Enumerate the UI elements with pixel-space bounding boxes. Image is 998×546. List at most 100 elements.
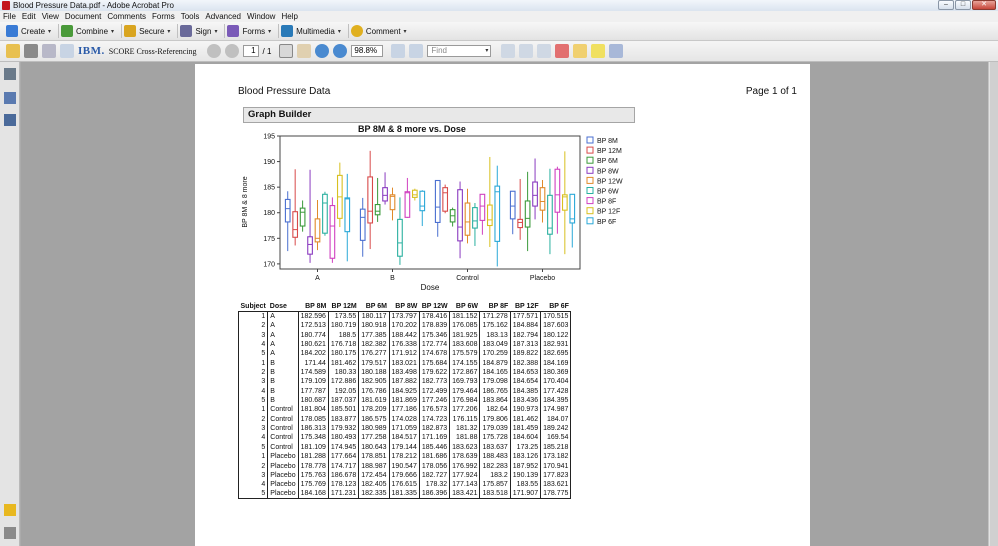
column-header: BP 6M (365, 303, 388, 310)
select-text-cursor-icon[interactable] (279, 44, 294, 58)
highlight-icon[interactable] (573, 44, 588, 58)
task-label: Combine (76, 26, 109, 36)
table-cell: 2 (237, 461, 269, 471)
table-cell: 184.165 (479, 367, 511, 378)
table-cell: Placebo (267, 480, 299, 490)
menu-forms[interactable]: Forms (149, 11, 178, 22)
box (442, 187, 449, 212)
x-axis: A B Control Placebo (315, 269, 555, 282)
table-cell: 190.547 (388, 461, 420, 471)
multimedia-task-button[interactable]: Multimedia ▾ (281, 23, 346, 39)
annotation-tool-3-icon[interactable] (537, 44, 552, 58)
minimize-button[interactable]: – (938, 0, 954, 10)
menu-window[interactable]: Window (244, 11, 278, 22)
table-cell: 172.513 (297, 321, 329, 331)
maximize-button[interactable]: □ (955, 0, 971, 10)
menu-comments[interactable]: Comments (104, 11, 149, 22)
bookmarks-panel-icon[interactable] (4, 92, 16, 104)
annotation-tool-2-icon[interactable] (519, 44, 534, 58)
box (411, 189, 418, 198)
table-cell: 182.64 (479, 405, 511, 415)
table-cell: 182.405 (358, 480, 390, 490)
table-cell: 180.369 (540, 367, 572, 378)
save-icon[interactable] (42, 44, 56, 58)
stamp-icon[interactable] (609, 44, 624, 58)
create-task-button[interactable]: Create ▾ (6, 23, 56, 39)
x-tick-label: B (390, 275, 395, 282)
plot-boxes (284, 150, 576, 267)
table-cell: 182.388 (509, 358, 542, 368)
table-cell: 184.604 (509, 433, 542, 443)
comments-panel-icon[interactable] (4, 504, 16, 516)
zoom-out-icon[interactable] (315, 44, 330, 58)
annotation-tool-1-icon[interactable] (501, 44, 516, 58)
navigation-pane (0, 62, 20, 546)
sticky-note-icon[interactable] (591, 44, 606, 58)
page-number-input[interactable]: 1 (242, 45, 259, 57)
table-cell: 189.822 (509, 349, 542, 359)
table-cell: 174.678 (418, 349, 451, 359)
box (434, 179, 441, 224)
box (344, 197, 351, 233)
table-cell: 171.912 (388, 349, 420, 359)
secure-task-button[interactable]: Secure ▾ (124, 23, 175, 39)
table-cell: 183.518 (479, 489, 511, 500)
open-folder-icon[interactable] (6, 44, 20, 58)
email-icon[interactable] (60, 44, 74, 58)
comment-task-button[interactable]: Comment ▾ (350, 23, 412, 39)
scrollbar-thumb[interactable] (990, 62, 998, 546)
fit-page-icon[interactable] (391, 44, 406, 58)
fit-width-icon[interactable] (409, 44, 424, 58)
hand-tool-icon[interactable] (297, 44, 312, 58)
task-label: Multimedia (296, 26, 335, 36)
table-cell: Control (267, 414, 299, 424)
zoom-in-icon[interactable] (333, 44, 348, 58)
table-cell: 180.687 (297, 395, 329, 406)
legend-entry: BP 12W (597, 178, 623, 185)
menu-file[interactable]: File (0, 11, 19, 22)
table-cell: 174.028 (388, 414, 420, 424)
table-cell: 175.346 (418, 330, 451, 340)
menu-advanced[interactable]: Advanced (202, 11, 244, 22)
table-cell: 180.719 (327, 321, 360, 331)
sign-task-button[interactable]: Sign ▾ (180, 23, 222, 39)
legend-entry: BP 12F (597, 209, 620, 216)
menu-help[interactable]: Help (278, 11, 300, 22)
ibm-logo[interactable]: IBM. (78, 45, 105, 57)
table-cell: 182.931 (540, 339, 572, 350)
close-window-button[interactable]: ✕ (972, 0, 996, 10)
box (524, 200, 531, 228)
menu-edit[interactable]: Edit (19, 11, 39, 22)
signatures-panel-icon[interactable] (4, 114, 16, 126)
menu-tools[interactable]: Tools (178, 11, 203, 22)
previous-page-icon[interactable] (206, 44, 221, 58)
table-cell: 178.639 (449, 452, 481, 462)
score-cross-referencing-label[interactable]: SCORE Cross-Referencing (109, 47, 197, 56)
table-cell: 183.049 (479, 339, 511, 350)
zoom-level-select[interactable]: 98.8% (351, 45, 384, 57)
pages-panel-icon[interactable] (4, 68, 16, 80)
table-cell: 4 (237, 386, 269, 396)
task-label: Forms (242, 26, 266, 36)
find-input[interactable]: Find ▾ (427, 45, 492, 57)
column-header: BP 8M (305, 303, 327, 310)
attachments-panel-icon[interactable] (4, 527, 16, 539)
menu-view[interactable]: View (39, 11, 62, 22)
table-cell: 187.313 (509, 339, 542, 350)
print-icon[interactable] (24, 44, 38, 58)
delete-icon[interactable] (555, 44, 570, 58)
table-cell: 177.787 (297, 386, 329, 396)
table-cell: 181.88 (449, 433, 481, 443)
next-page-icon[interactable] (224, 44, 239, 58)
combine-task-button[interactable]: Combine ▾ (61, 23, 119, 39)
table-row: 2 Placebo 178.778 174.717 188.987 190.547 178.… (237, 461, 572, 471)
table-cell: 177.385 (358, 330, 390, 340)
menu-document[interactable]: Document (62, 11, 104, 22)
table-cell: 184.168 (297, 489, 329, 500)
vertical-scrollbar[interactable] (988, 62, 998, 546)
table-row: 4 B 177.787 192.05 176.786 184.925 172.499 179.… (237, 386, 572, 396)
table-cell: 183.877 (327, 414, 360, 424)
legend-swatch (586, 217, 594, 225)
forms-task-button[interactable]: Forms ▾ (227, 23, 276, 39)
table-cell: 178.085 (297, 414, 329, 424)
